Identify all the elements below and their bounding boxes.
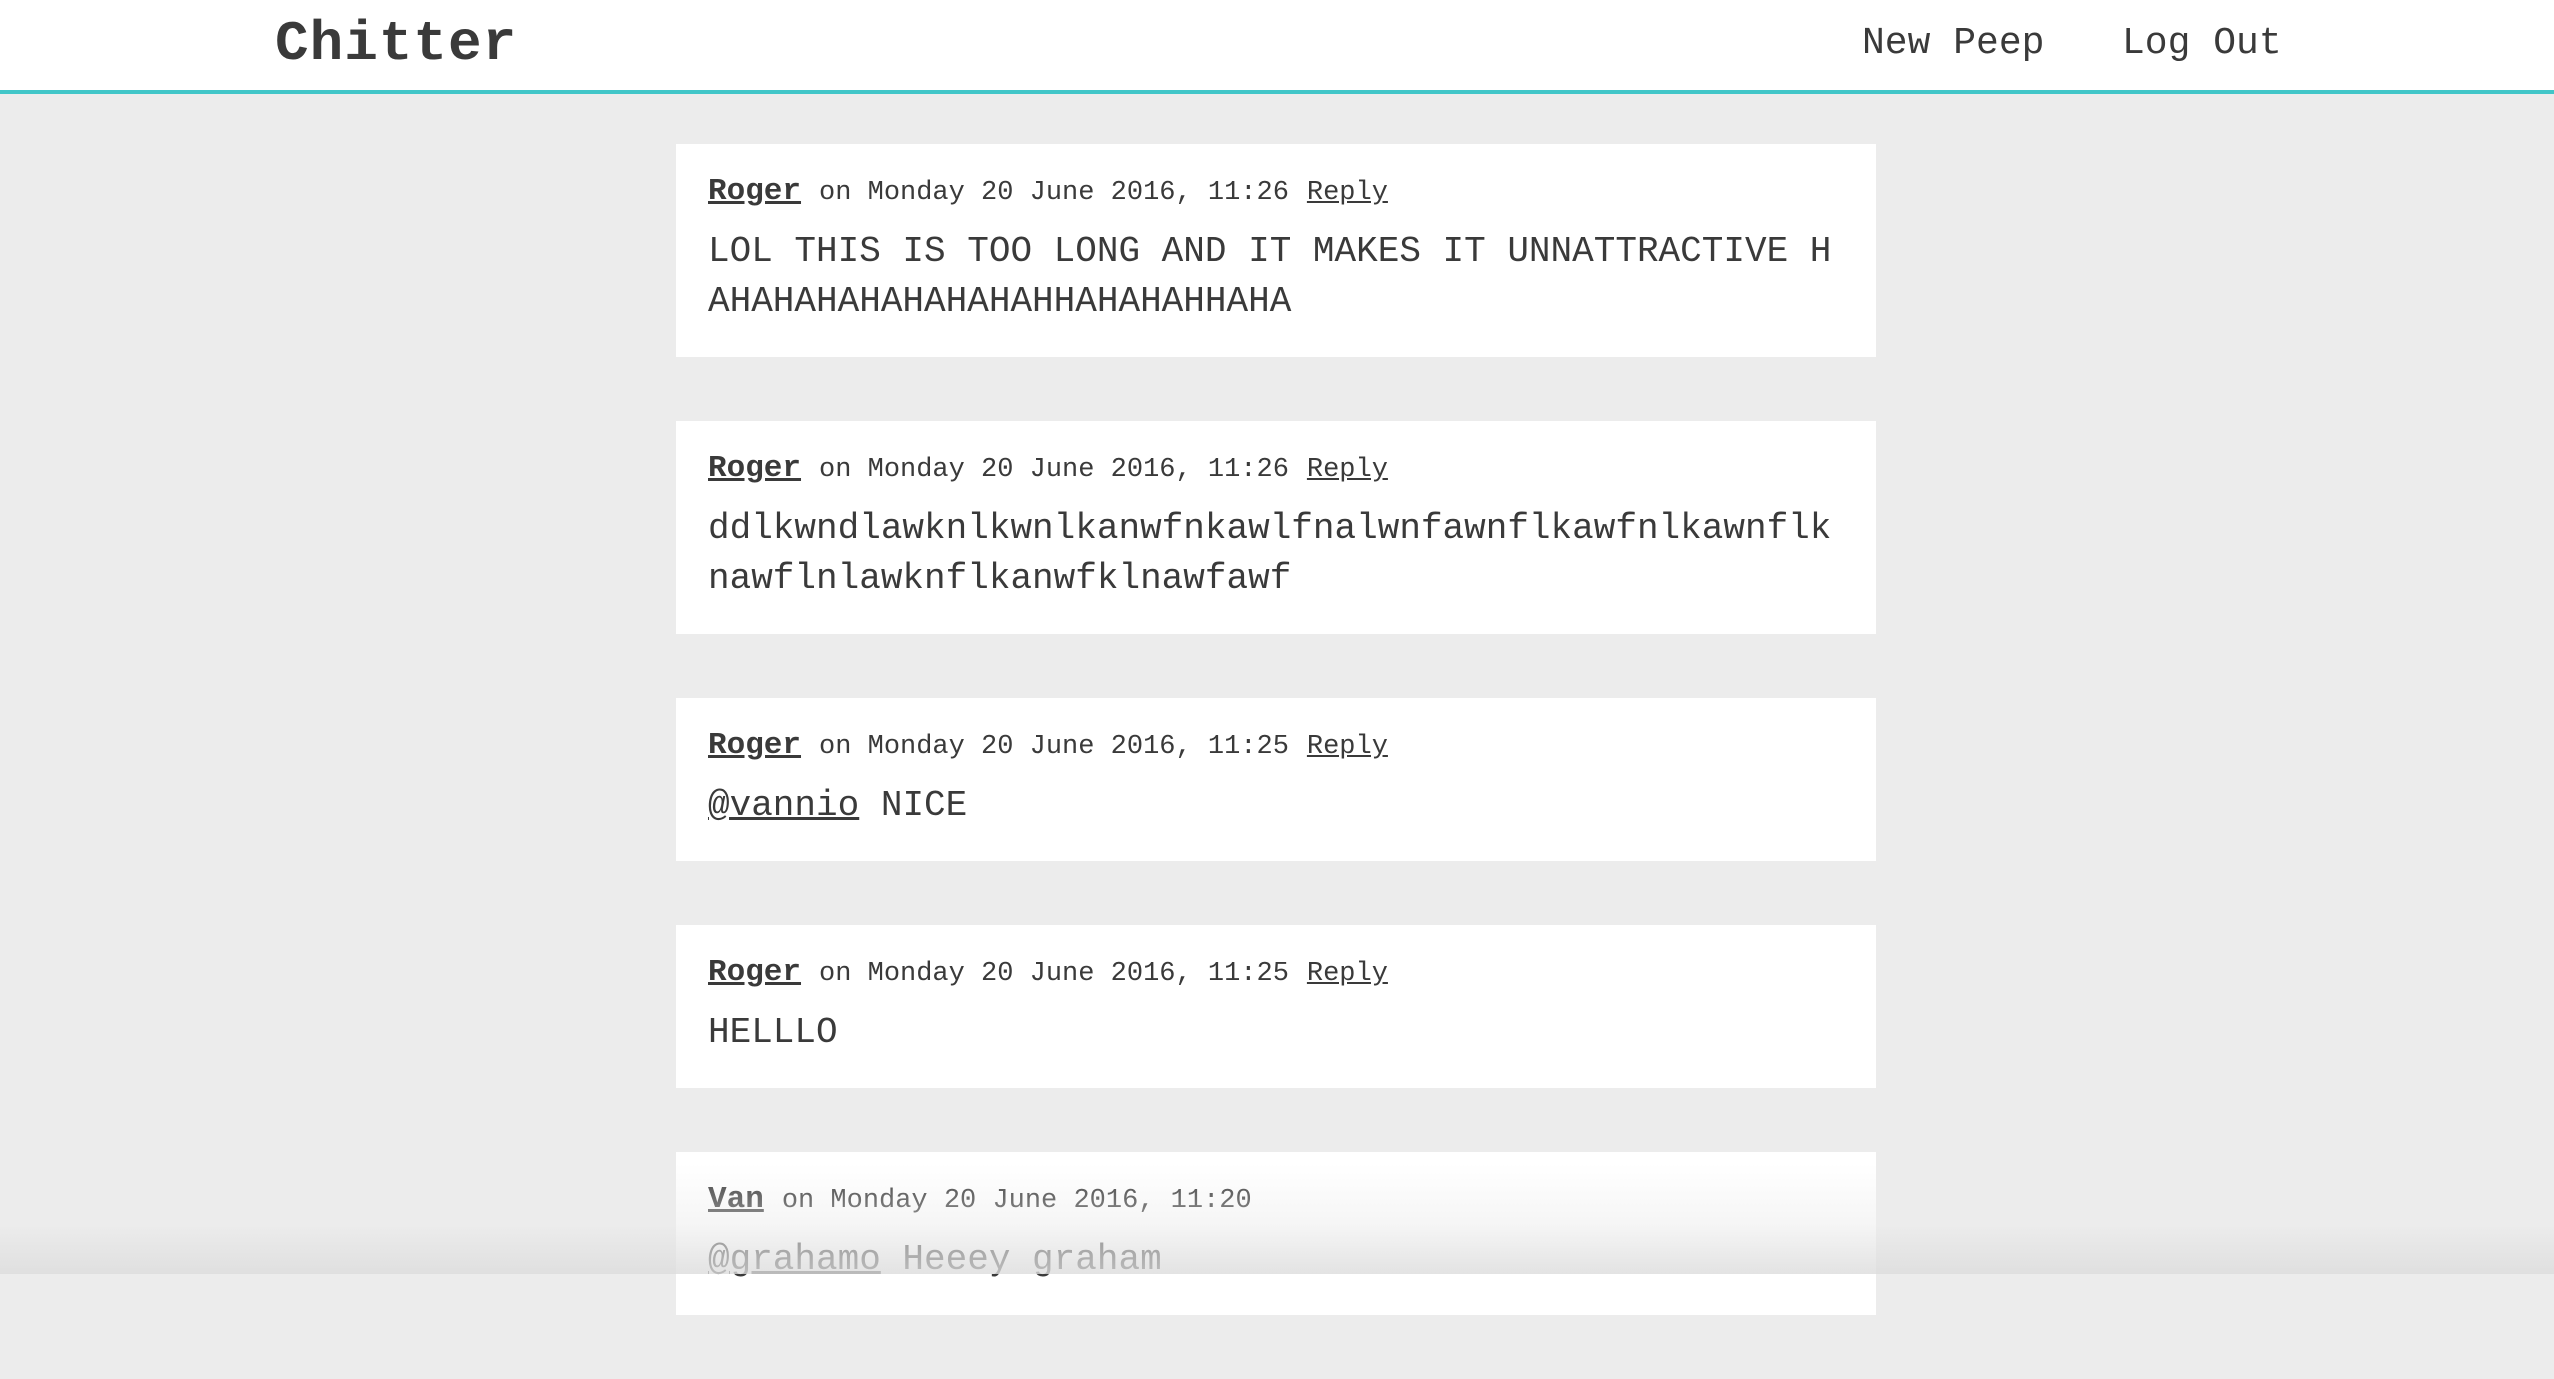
reply-link[interactable]: Reply [1307, 732, 1388, 762]
peep-text: HELLLO [708, 1012, 838, 1053]
peep-meta: Roger on Monday 20 June 2016, 11:26 Reply [708, 449, 1844, 490]
peep-body: HELLLO [708, 1008, 1844, 1058]
peep-body: @grahamo Heeey graham [708, 1235, 1844, 1285]
reply-link[interactable]: Reply [1307, 959, 1388, 989]
peep-author-link[interactable]: Roger [708, 728, 801, 763]
top-navbar: Chitter New Peep Log Out [0, 0, 2554, 94]
peep-card: Roger on Monday 20 June 2016, 11:26 Reply … [676, 421, 1876, 634]
reply-link[interactable]: Reply [1307, 455, 1388, 485]
peep-body: @vannio NICE [708, 781, 1844, 831]
peep-text: NICE [859, 785, 968, 826]
mention-link[interactable]: @vannio [708, 785, 859, 826]
peep-timestamp: on Monday 20 June 2016, 11:25 [819, 959, 1289, 989]
peep-author-link[interactable]: Roger [708, 174, 801, 209]
peep-body: LOL THIS IS TOO LONG AND IT MAKES IT UNN… [708, 227, 1844, 327]
log-out-link[interactable]: Log Out [2122, 18, 2282, 70]
new-peep-link[interactable]: New Peep [1862, 18, 2044, 70]
peep-timestamp: on Monday 20 June 2016, 11:26 [819, 455, 1289, 485]
peep-meta: Roger on Monday 20 June 2016, 11:26 Reply [708, 172, 1844, 213]
peep-card: Van on Monday 20 June 2016, 11:20 @graham… [676, 1152, 1876, 1315]
peep-meta: Van on Monday 20 June 2016, 11:20 [708, 1180, 1844, 1221]
peep-timestamp: on Monday 20 June 2016, 11:20 [781, 1186, 1252, 1216]
peep-body: ddlkwndlawknlkwnlkanwfnkawlfnalwnfawnflk… [708, 504, 1844, 604]
peep-text: LOL THIS IS TOO LONG AND IT MAKES IT UNN… [708, 231, 1832, 322]
peep-meta: Roger on Monday 20 June 2016, 11:25 Reply [708, 726, 1844, 767]
peep-card: Roger on Monday 20 June 2016, 11:25 Reply … [676, 698, 1876, 861]
peep-text: ddlkwndlawknlkwnlkanwfnkawlfnalwnfawnflk… [708, 508, 1832, 599]
peep-timestamp: on Monday 20 June 2016, 11:26 [819, 178, 1289, 208]
peep-author-link[interactable]: Roger [708, 451, 801, 486]
peep-timestamp: on Monday 20 June 2016, 11:25 [819, 732, 1289, 762]
peep-feed: Roger on Monday 20 June 2016, 11:26 Reply … [676, 144, 1876, 1379]
reply-link[interactable]: Reply [1307, 178, 1388, 208]
peep-card: Roger on Monday 20 June 2016, 11:25 Reply … [676, 925, 1876, 1088]
peep-author-link[interactable]: Roger [708, 955, 801, 990]
peep-meta: Roger on Monday 20 June 2016, 11:25 Reply [708, 953, 1844, 994]
peep-card: Roger on Monday 20 June 2016, 11:26 Reply … [676, 144, 1876, 357]
peep-author-link[interactable]: Van [708, 1182, 764, 1217]
brand-logo[interactable]: Chitter [275, 12, 517, 76]
